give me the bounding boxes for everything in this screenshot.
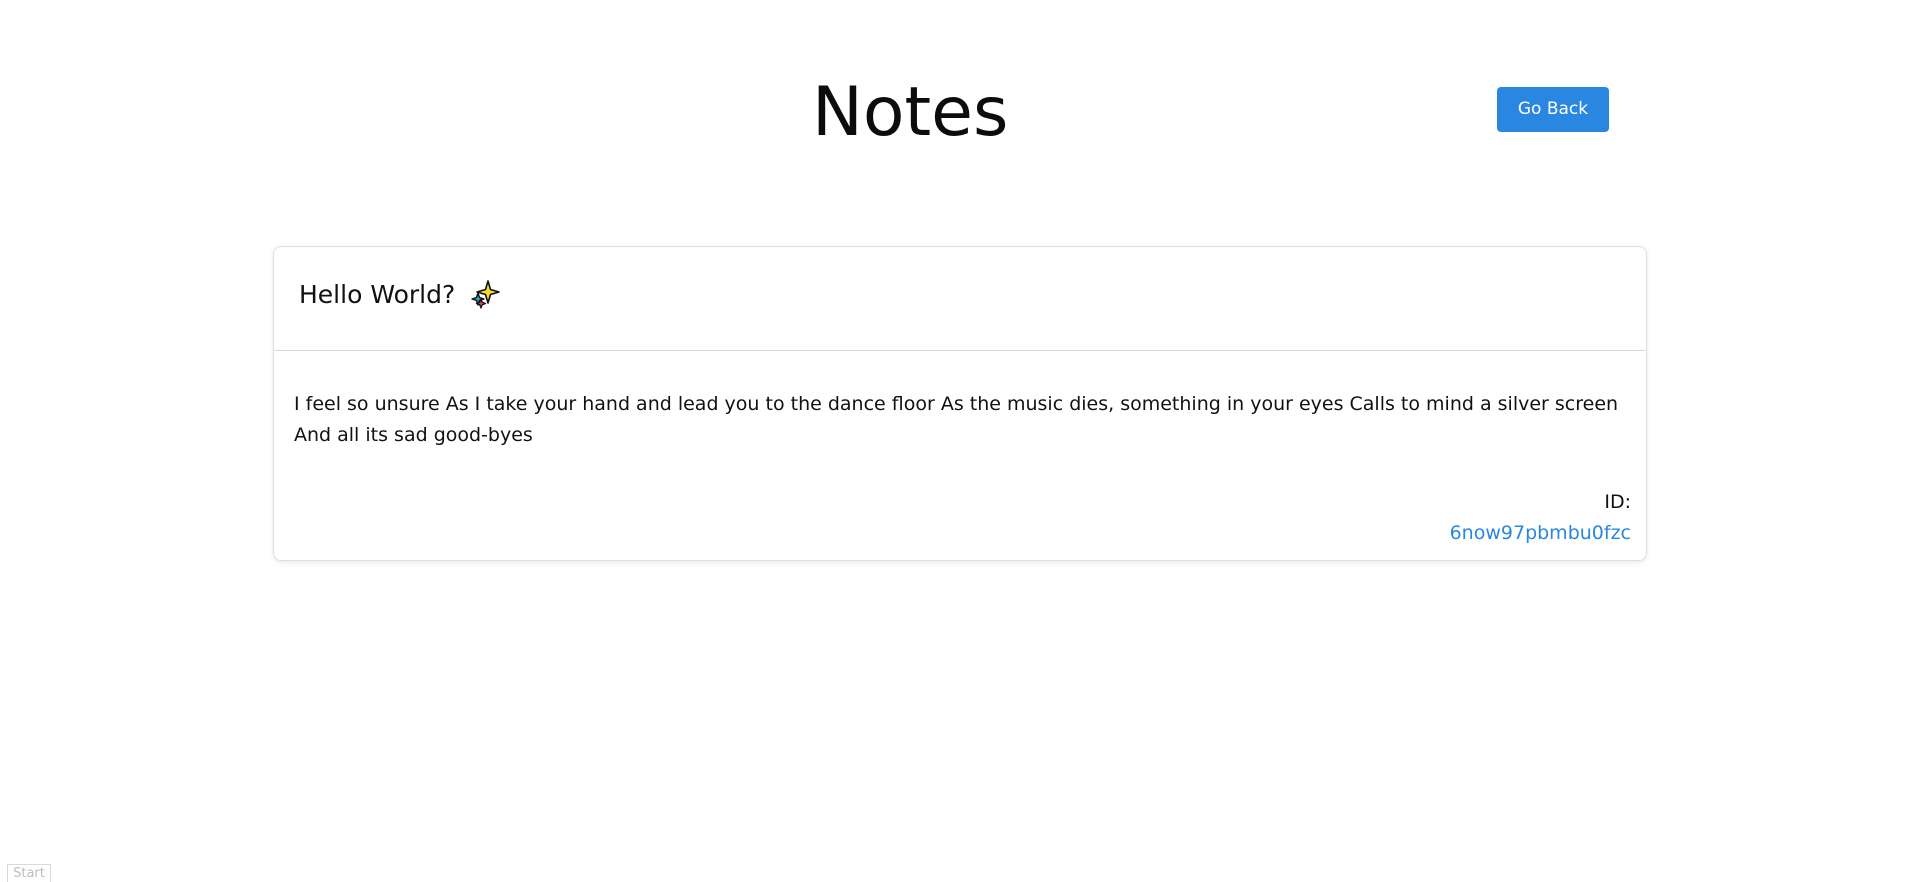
note-id-link[interactable]: 6now97pbmbu0fzc <box>1450 519 1631 547</box>
note-header: Hello World? <box>274 247 1646 351</box>
notes-page: Notes Go Back Hello World? I feel so uns… <box>0 0 1920 882</box>
note-body: I feel so unsure As I take your hand and… <box>294 393 1619 446</box>
go-back-button[interactable]: Go Back <box>1497 87 1609 132</box>
sparkles-icon <box>471 279 501 309</box>
page-title: Notes <box>812 73 1009 152</box>
note-id-label: ID: <box>1604 491 1631 513</box>
note-title: Hello World? <box>299 280 456 309</box>
note-title-row: Hello World? <box>299 277 501 313</box>
note-card: Hello World? I feel so unsure As I take … <box>273 246 1647 561</box>
start-button[interactable]: Start <box>7 864 51 882</box>
